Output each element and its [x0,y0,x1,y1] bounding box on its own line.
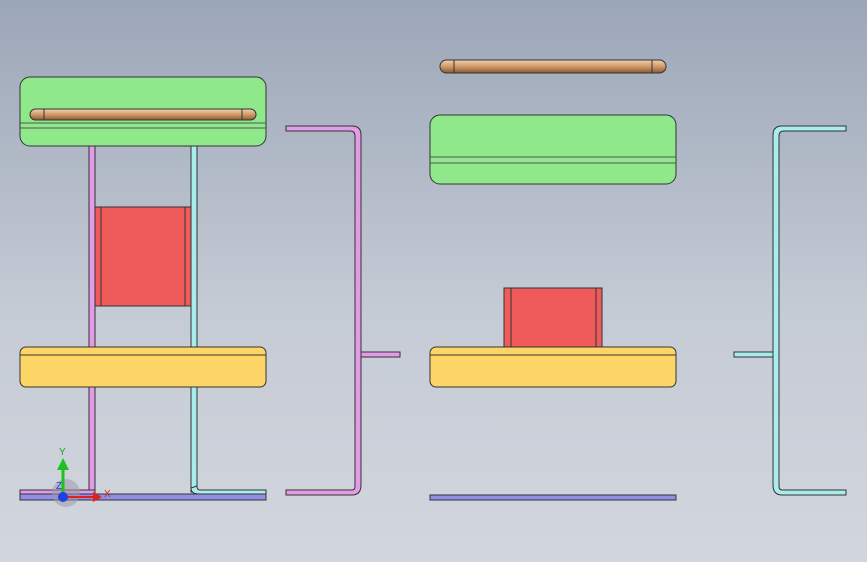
y-axis-arrow [57,458,69,470]
cyan-bracket-tab[interactable] [733,351,774,358]
green-block-alt[interactable] [429,114,677,185]
drawing-views[interactable]: Y X Z [0,0,867,562]
red-block-alt[interactable] [503,287,603,349]
magenta-bracket-side[interactable] [285,125,362,496]
x-axis-label: X [104,489,111,500]
blue-base-alt[interactable] [429,494,677,501]
side-view-right[interactable] [733,125,847,496]
red-block-front[interactable] [94,206,192,307]
alt-view[interactable] [429,59,677,501]
cyan-bracket-side[interactable] [772,125,847,496]
yellow-lower-block[interactable] [19,346,267,388]
magenta-bracket-tab[interactable] [360,351,401,358]
y-axis-label: Y [59,447,66,458]
side-view-left[interactable] [285,125,401,496]
front-view[interactable] [19,76,267,501]
cyan-bracket-foot[interactable] [190,485,267,495]
yellow-block-alt[interactable] [429,346,677,388]
cad-graphics-viewport[interactable]: Y X Z [0,0,867,562]
z-axis-marker [58,492,68,502]
rod-front[interactable] [29,108,257,121]
rod-alt[interactable] [439,59,667,74]
magenta-bracket-upright[interactable] [88,145,96,495]
z-axis-label: Z [56,481,62,492]
cyan-bracket-upright[interactable] [190,145,198,493]
